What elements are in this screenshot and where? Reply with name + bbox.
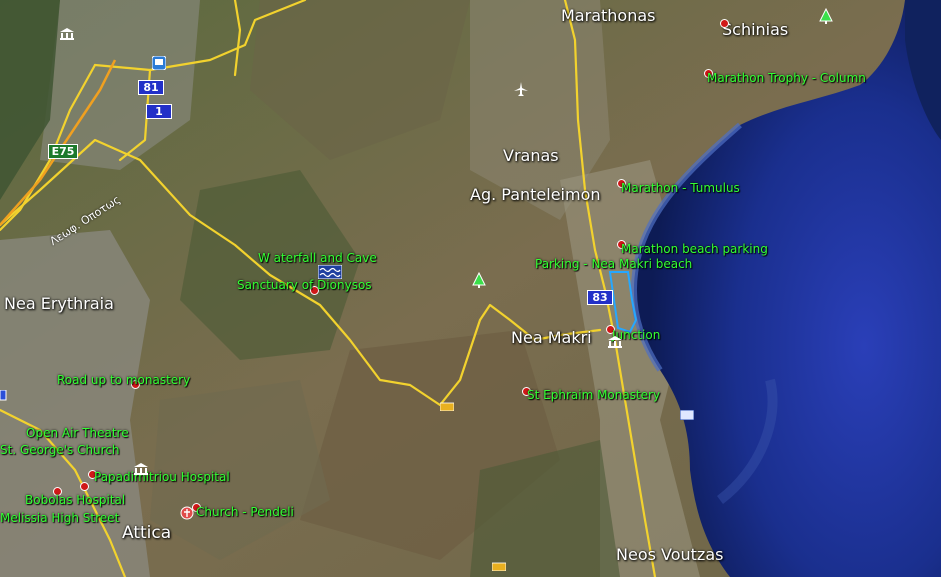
poi-sanctuary-dionysos[interactable]: Sanctuary of Dionysos xyxy=(237,279,372,291)
road-shield-81: 81 xyxy=(138,80,164,95)
museum-icon[interactable] xyxy=(608,336,622,348)
road-shield-e75: E75 xyxy=(48,144,78,159)
airport-icon[interactable] xyxy=(514,82,528,96)
place-attica[interactable]: Attica xyxy=(122,525,171,542)
poi-marathon-tumulus[interactable]: Marathon - Tumulus xyxy=(621,182,740,194)
tourist-icon[interactable] xyxy=(492,561,506,571)
waterfall-icon[interactable] xyxy=(318,265,342,279)
museum-icon[interactable] xyxy=(60,28,74,40)
church-icon[interactable] xyxy=(180,506,194,520)
poi-church-pendeli[interactable]: Church - Pendeli xyxy=(196,506,294,518)
place-ag-panteleimon[interactable]: Ag. Panteleimon xyxy=(470,187,601,203)
place-vranas[interactable]: Vranas xyxy=(503,148,559,164)
poi-open-air-theatre[interactable]: Open Air Theatre xyxy=(26,427,129,439)
road-shield-1: 1 xyxy=(146,104,172,119)
poi-marathon-trophy[interactable]: Marathon Trophy - Column xyxy=(707,72,866,84)
museum-icon[interactable] xyxy=(134,463,148,475)
poi-st-ephraim[interactable]: St Ephraim Monastery xyxy=(527,389,660,401)
place-neos-voutzas[interactable]: Neos Voutzas xyxy=(616,547,723,563)
poi-papadimitriou-hospital[interactable]: Papadimitriou Hospital xyxy=(94,471,230,483)
road-shield-83: 83 xyxy=(587,290,613,305)
poi-waterfall-cave[interactable]: W aterfall and Cave xyxy=(258,252,377,264)
place-marathonas[interactable]: Marathonas xyxy=(561,8,655,24)
place-nea-makri[interactable]: Nea Makri xyxy=(511,330,592,346)
poi-bobolas-hospital[interactable]: Bobolas Hospital xyxy=(25,494,125,506)
poi-pin-bobolas[interactable] xyxy=(80,482,89,491)
poi-pin-schinias[interactable] xyxy=(720,19,729,28)
poi-st-georges-church[interactable]: St. George's Church xyxy=(0,444,120,456)
road-marker-icon[interactable] xyxy=(0,390,8,402)
poi-road-up-monastery[interactable]: Road up to monastery xyxy=(57,374,190,386)
poi-parking-nea-makri[interactable]: Parking - Nea Makri beach xyxy=(535,258,692,270)
place-schinias[interactable]: Schinias xyxy=(722,22,788,38)
place-nea-erythraia[interactable]: Nea Erythraia xyxy=(4,296,114,312)
park-tree-icon[interactable] xyxy=(472,272,486,288)
poi-marathon-beach-parking[interactable]: Marathon beach parking xyxy=(621,243,768,255)
satellite-map[interactable]: 81 1 E75 83 Λεωφ. Οποτως Marathonas Schi… xyxy=(0,0,941,577)
park-tree-icon[interactable] xyxy=(819,8,833,24)
transit-icon[interactable] xyxy=(152,56,166,70)
tourist-icon[interactable] xyxy=(440,401,454,411)
poi-melissia-high-street[interactable]: Melissia High Street xyxy=(0,512,119,524)
parking-icon[interactable] xyxy=(680,410,694,420)
